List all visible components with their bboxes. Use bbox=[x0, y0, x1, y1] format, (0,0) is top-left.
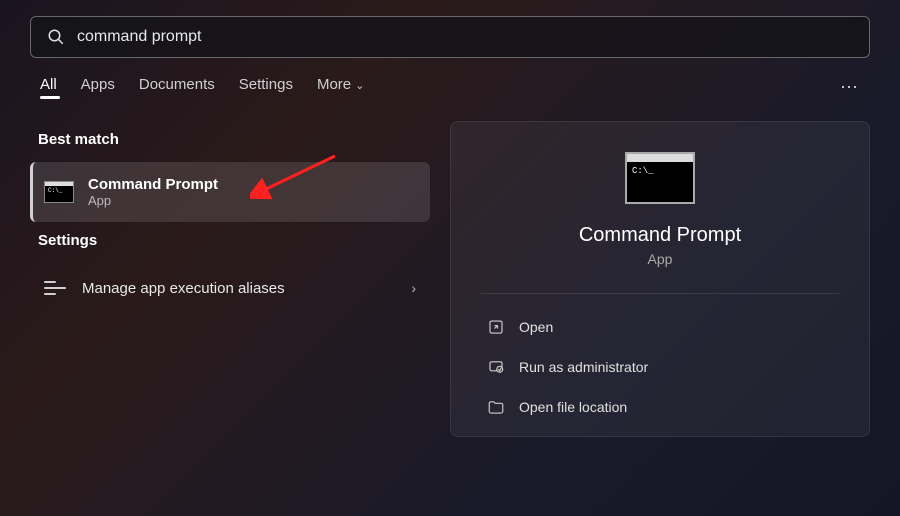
detail-title: Command Prompt bbox=[579, 224, 741, 247]
divider bbox=[481, 293, 839, 294]
chevron-down-icon: ⌄ bbox=[355, 79, 364, 92]
result-command-prompt[interactable]: Command Prompt App bbox=[30, 162, 430, 222]
detail-subtitle: App bbox=[648, 251, 673, 267]
folder-icon bbox=[487, 398, 505, 416]
results-column: Best match Command Prompt App Settings bbox=[30, 121, 430, 437]
tab-more[interactable]: More⌄ bbox=[317, 76, 364, 99]
chevron-right-icon: › bbox=[411, 280, 416, 296]
detail-panel: Command Prompt App Open Run as administr… bbox=[450, 121, 870, 437]
action-open[interactable]: Open bbox=[481, 308, 839, 346]
search-bar[interactable] bbox=[30, 16, 870, 58]
command-prompt-icon bbox=[44, 181, 74, 203]
detail-command-prompt-icon bbox=[625, 152, 695, 204]
filter-tabs: All Apps Documents Settings More⌄ ⋯ bbox=[0, 58, 900, 111]
shield-icon bbox=[487, 358, 505, 376]
tab-documents[interactable]: Documents bbox=[139, 76, 215, 99]
tab-all[interactable]: All bbox=[40, 76, 57, 99]
tab-apps[interactable]: Apps bbox=[81, 76, 115, 99]
section-heading-settings: Settings bbox=[38, 232, 422, 249]
settings-result-label: Manage app execution aliases bbox=[82, 280, 411, 297]
section-heading-best-match: Best match bbox=[38, 131, 422, 148]
result-title: Command Prompt bbox=[88, 176, 218, 193]
tab-settings[interactable]: Settings bbox=[239, 76, 293, 99]
aliases-icon bbox=[44, 277, 66, 299]
search-input[interactable] bbox=[77, 28, 853, 46]
more-options-button[interactable]: ⋯ bbox=[840, 77, 860, 98]
action-run-as-admin[interactable]: Run as administrator bbox=[481, 348, 839, 386]
action-open-file-location[interactable]: Open file location bbox=[481, 388, 839, 426]
open-icon bbox=[487, 318, 505, 336]
settings-result-aliases[interactable]: Manage app execution aliases › bbox=[30, 263, 430, 313]
result-subtitle: App bbox=[88, 193, 218, 208]
search-icon bbox=[47, 28, 65, 46]
